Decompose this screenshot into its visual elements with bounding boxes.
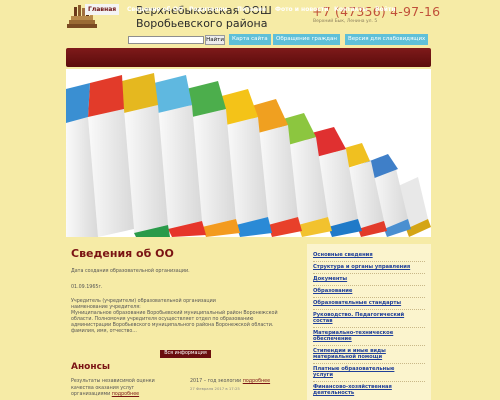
announcement-left-line-3-row: организациями подробнее <box>71 392 171 399</box>
sidebar-item-label: Документы <box>313 276 348 282</box>
all-info-button[interactable]: Вся информация <box>160 350 211 358</box>
announcement-date: 27 Февраля 2017 в 17:25 <box>190 385 240 391</box>
sidebar-divider <box>313 261 425 262</box>
sidebar-item-staff[interactable]: Руководство. Педагогический состав <box>313 312 427 324</box>
sidebar-item-facilities[interactable]: Материально-техническое обеспечение <box>313 330 427 342</box>
sitemap-link[interactable]: Карта сайта <box>229 34 271 45</box>
sidebar-item-documents[interactable]: Документы <box>313 276 427 282</box>
sidebar-item-label: Образовательные стандарты <box>313 300 402 306</box>
sidebar-divider <box>313 273 425 274</box>
creation-date: 01.09.1965г. <box>71 285 103 290</box>
sidebar-divider <box>313 285 425 286</box>
announcement-right-text: 2017 – год экологии <box>190 379 242 384</box>
search-input[interactable] <box>128 36 204 44</box>
sidebar-item-label: Основные сведения <box>313 252 373 258</box>
nav-item-about[interactable]: Сведения об ОО <box>127 5 183 15</box>
main-nav <box>66 48 431 67</box>
creation-label: Дата создания образовательной организаци… <box>71 269 190 274</box>
nav-item-home[interactable]: Главная <box>85 4 120 15</box>
nav-item-photos-news[interactable]: Фото и новости <box>275 5 328 15</box>
nav-item-parents[interactable]: Родителям <box>189 5 227 15</box>
banner-image <box>66 69 431 237</box>
sidebar-divider <box>313 327 425 328</box>
sidebar-item-label-2: материальной помощи <box>313 354 383 360</box>
low-vision-version-link[interactable]: Версия для слабовидящих <box>345 34 429 45</box>
page-title: Сведения об ОО <box>71 247 174 260</box>
sidebar-item-label-2: состав <box>313 318 333 324</box>
sidebar-divider <box>313 381 425 382</box>
announcements-title: Анонсы <box>71 362 111 372</box>
sidebar-divider <box>313 309 425 310</box>
sidebar-divider <box>313 363 425 364</box>
announcement-right-more-link[interactable]: подробнее <box>243 379 270 384</box>
sidebar-item-structure[interactable]: Структура и органы управления <box>313 264 427 270</box>
founder-text-4: фамилия, имя, отчество... <box>71 329 137 334</box>
sidebar-item-label: Структура и органы управления <box>313 264 411 270</box>
sidebar-item-finance[interactable]: Финансово-хозяйственная деятельность <box>313 384 427 396</box>
sidebar-item-label: Образование <box>313 288 353 294</box>
announcement-item: Результаты независимой оценки качества о… <box>71 379 171 399</box>
nav-item-food[interactable]: Питание <box>237 5 266 15</box>
sidebar-item-basic-info[interactable]: Основные сведения <box>313 252 427 258</box>
sidebar-item-label-2: деятельность <box>313 390 355 396</box>
citizen-appeal-link[interactable]: Обращение граждан <box>273 34 340 45</box>
sidebar-item-scholarships[interactable]: Стипендии и иные виды материальной помощ… <box>313 348 427 360</box>
sidebar-item-paid-services[interactable]: Платные образовательные услуги <box>313 366 427 378</box>
sidebar-item-label-2: услуги <box>313 372 333 378</box>
address: Верхний Бык, Ленина ул. 5 <box>313 19 378 24</box>
announcement-left-more-link[interactable]: подробнее <box>112 392 139 397</box>
sidebar-item-standards[interactable]: Образовательные стандарты <box>313 300 427 306</box>
sidebar-divider <box>313 345 425 346</box>
sidebar-item-label-2: обеспечение <box>313 336 352 342</box>
sidebar-divider <box>313 297 425 298</box>
nav-item-contacts[interactable]: Контакты <box>334 5 368 15</box>
nav-item-login[interactable]: Войти <box>375 5 396 15</box>
announcement-left-line-3: организациями <box>71 392 111 397</box>
school-name-line-2: Воробьевского района <box>136 17 268 30</box>
search-button[interactable]: Найти <box>205 35 225 45</box>
announcement-item: 2017 – год экологии подробнее 27 Февраля… <box>190 379 300 392</box>
sidebar-item-education[interactable]: Образование <box>313 288 427 294</box>
